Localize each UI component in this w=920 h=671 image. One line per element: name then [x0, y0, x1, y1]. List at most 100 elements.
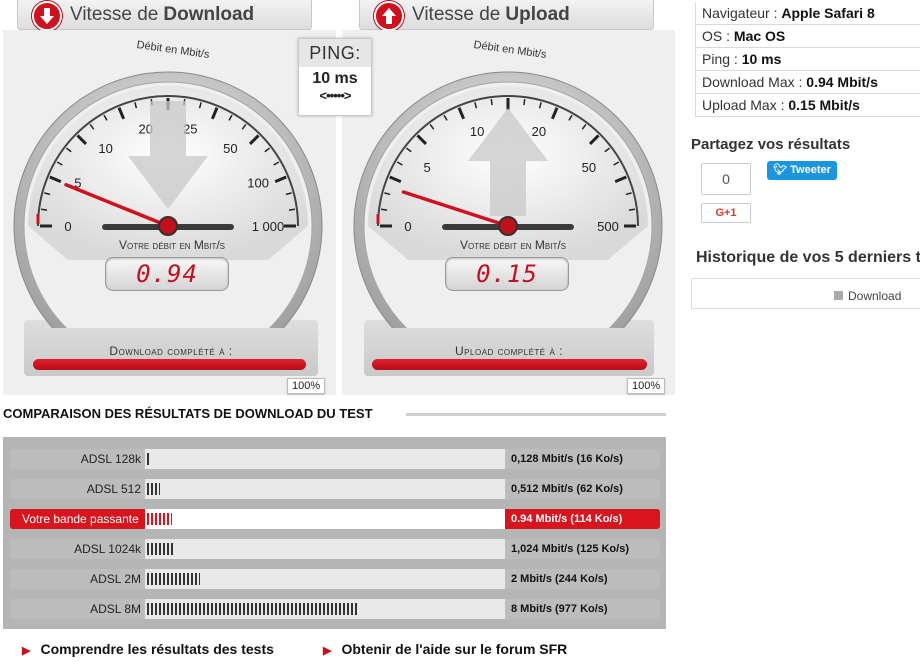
test-info-panel: Navigateur : Apple Safari 8 OS : Mac OS …: [695, 2, 920, 117]
comparison-fill: [147, 543, 174, 555]
gauge-tick: [288, 208, 296, 211]
info-label: OS :: [702, 28, 731, 44]
info-row-os: OS : Mac OS: [695, 25, 920, 48]
comparison-fill: [147, 483, 160, 495]
comparison-track: [145, 569, 505, 589]
comparison-name: Votre bande passante: [10, 509, 145, 529]
comparison-row: ADSL 1024k 1,024 Mbit/s (125 Ko/s): [10, 539, 660, 559]
info-row-browser: Navigateur : Apple Safari 8: [695, 2, 920, 25]
triangle-right-icon: ▶: [323, 645, 332, 657]
comparison-title: COMPARAISON DES RÉSULTATS DE DOWNLOAD DU…: [3, 406, 373, 421]
comparison-value: 2 Mbit/s (244 Ko/s): [505, 569, 660, 589]
info-label: Download Max :: [702, 74, 803, 90]
legend-swatch: [834, 291, 843, 300]
info-value: Apple Safari 8: [781, 5, 875, 21]
gauge-scale-label: 10: [98, 141, 112, 156]
share-title: Partagez vos résultats: [691, 136, 851, 153]
gauge-scale-label: 50: [582, 160, 596, 175]
info-row-ping: Ping : 10 ms: [695, 48, 920, 71]
gauge-scale-label: 20: [532, 124, 546, 139]
comparison-track: [145, 539, 505, 559]
tweet-label: Tweeter: [790, 164, 831, 176]
comparison-title-rule: [406, 413, 666, 416]
gauge-tick: [490, 98, 493, 106]
comparison-fill: [147, 573, 200, 585]
comparison-fill: [147, 513, 172, 525]
tweet-button[interactable]: 🐦︎ Tweeter: [767, 161, 837, 180]
gauge-tick: [628, 208, 636, 211]
download-complete-label: Download complété à :: [109, 344, 233, 358]
comparison-name: ADSL 1024k: [10, 539, 145, 559]
download-speed-display: 0.94: [105, 257, 229, 291]
download-arrow-icon: [32, 1, 62, 31]
gauge-scale-label: 500: [597, 219, 619, 234]
upload-percent: 100%: [627, 378, 666, 394]
link-label: Obtenir de l'aide sur le forum SFR: [341, 641, 568, 657]
comparison-value: 0,512 Mbit/s (62 Ko/s): [505, 479, 660, 499]
gauge-hub: [498, 216, 518, 236]
upload-header-prefix: Vitesse de: [412, 3, 501, 25]
comparison-track: [145, 449, 505, 469]
history-legend: Download: [834, 289, 901, 303]
comparison-fill: [147, 453, 150, 465]
info-value: 0.94 Mbit/s: [806, 74, 878, 90]
upload-header-bold: Upload: [505, 3, 570, 25]
gauge-tick: [40, 208, 48, 211]
download-header-prefix: Vitesse de: [70, 3, 159, 25]
upload-caption: Votre débit en Mbit/s: [459, 238, 566, 252]
download-header-bold: Download: [163, 3, 255, 25]
upload-complete-label: Upload complété à :: [455, 344, 563, 358]
comparison-name: ADSL 512: [10, 479, 145, 499]
google-plus-button[interactable]: G+1: [701, 203, 751, 223]
comparison-row-user: Votre bande passante 0.94 Mbit/s (114 Ko/…: [10, 509, 660, 529]
link-sfr-forum[interactable]: ▶ Obtenir de l'aide sur le forum SFR: [323, 641, 567, 671]
upload-speed-display: 0.15: [445, 257, 569, 291]
comparison-name: ADSL 8M: [10, 599, 145, 619]
comparison-name: ADSL 128k: [10, 449, 145, 469]
comparison-fill: [147, 603, 357, 615]
upload-progress-bar: [372, 359, 647, 370]
link-understand-results[interactable]: ▶ Comprendre les résultats des tests: [22, 641, 274, 671]
comparison-value: 0,128 Mbit/s (16 Ko/s): [505, 449, 660, 469]
history-title: Historique de vos 5 derniers t: [696, 249, 920, 266]
twitter-bird-icon: 🐦︎: [773, 164, 788, 176]
gauge-scale-label: 50: [223, 141, 237, 156]
download-header: Vitesse de Download: [17, 0, 312, 31]
triangle-right-icon: ▶: [22, 645, 31, 657]
gauge-scale-label: 100: [247, 176, 269, 191]
ping-title: PING:: [299, 39, 371, 67]
comparison-value: 0.94 Mbit/s (114 Ko/s): [505, 509, 660, 529]
ping-value: 10 ms: [312, 70, 358, 87]
link-label: Comprendre les résultats des tests: [40, 641, 274, 657]
comparison-panel: ADSL 128k 0,128 Mbit/s (16 Ko/s) ADSL 512 0…: [3, 437, 666, 629]
info-value: Mac OS: [733, 28, 786, 44]
gauge-scale-label: 0: [404, 219, 411, 234]
comparison-value: 8 Mbit/s (977 Ko/s): [505, 599, 660, 619]
info-row-download-max: Download Max : 0.94 Mbit/s: [695, 71, 920, 94]
gauge-scale-label: 0: [64, 219, 71, 234]
comparison-track: [145, 599, 505, 619]
gauge-hub: [158, 216, 178, 236]
comparison-row: ADSL 512 0,512 Mbit/s (62 Ko/s): [10, 479, 660, 499]
legend-label: Download: [848, 289, 902, 303]
info-label: Ping :: [702, 51, 738, 67]
comparison-row: ADSL 128k 0,128 Mbit/s (16 Ko/s): [10, 449, 660, 469]
upload-header: Vitesse de Upload: [359, 0, 654, 31]
comparison-track: [145, 509, 505, 529]
ping-box: PING: 10 ms <•••••>: [298, 38, 372, 116]
ping-indicator: <•••••>: [319, 88, 352, 103]
share-count: 0: [701, 163, 751, 195]
info-row-upload-max: Upload Max : 0.15 Mbit/s: [695, 94, 920, 117]
gauge-tick: [380, 208, 388, 211]
gauge-scale-label: 5: [423, 160, 430, 175]
comparison-track: [145, 479, 505, 499]
comparison-name: ADSL 2M: [10, 569, 145, 589]
info-value: 10 ms: [741, 51, 782, 67]
download-caption: Votre débit en Mbit/s: [118, 238, 225, 252]
comparison-row: ADSL 8M 8 Mbit/s (977 Ko/s): [10, 599, 660, 619]
gauge-scale-label: 10: [470, 124, 484, 139]
gauge-tick: [523, 98, 526, 106]
info-value: 0.15 Mbit/s: [788, 97, 860, 113]
comparison-value: 1,024 Mbit/s (125 Ko/s): [505, 539, 660, 559]
upload-arrow-icon: [374, 1, 404, 31]
